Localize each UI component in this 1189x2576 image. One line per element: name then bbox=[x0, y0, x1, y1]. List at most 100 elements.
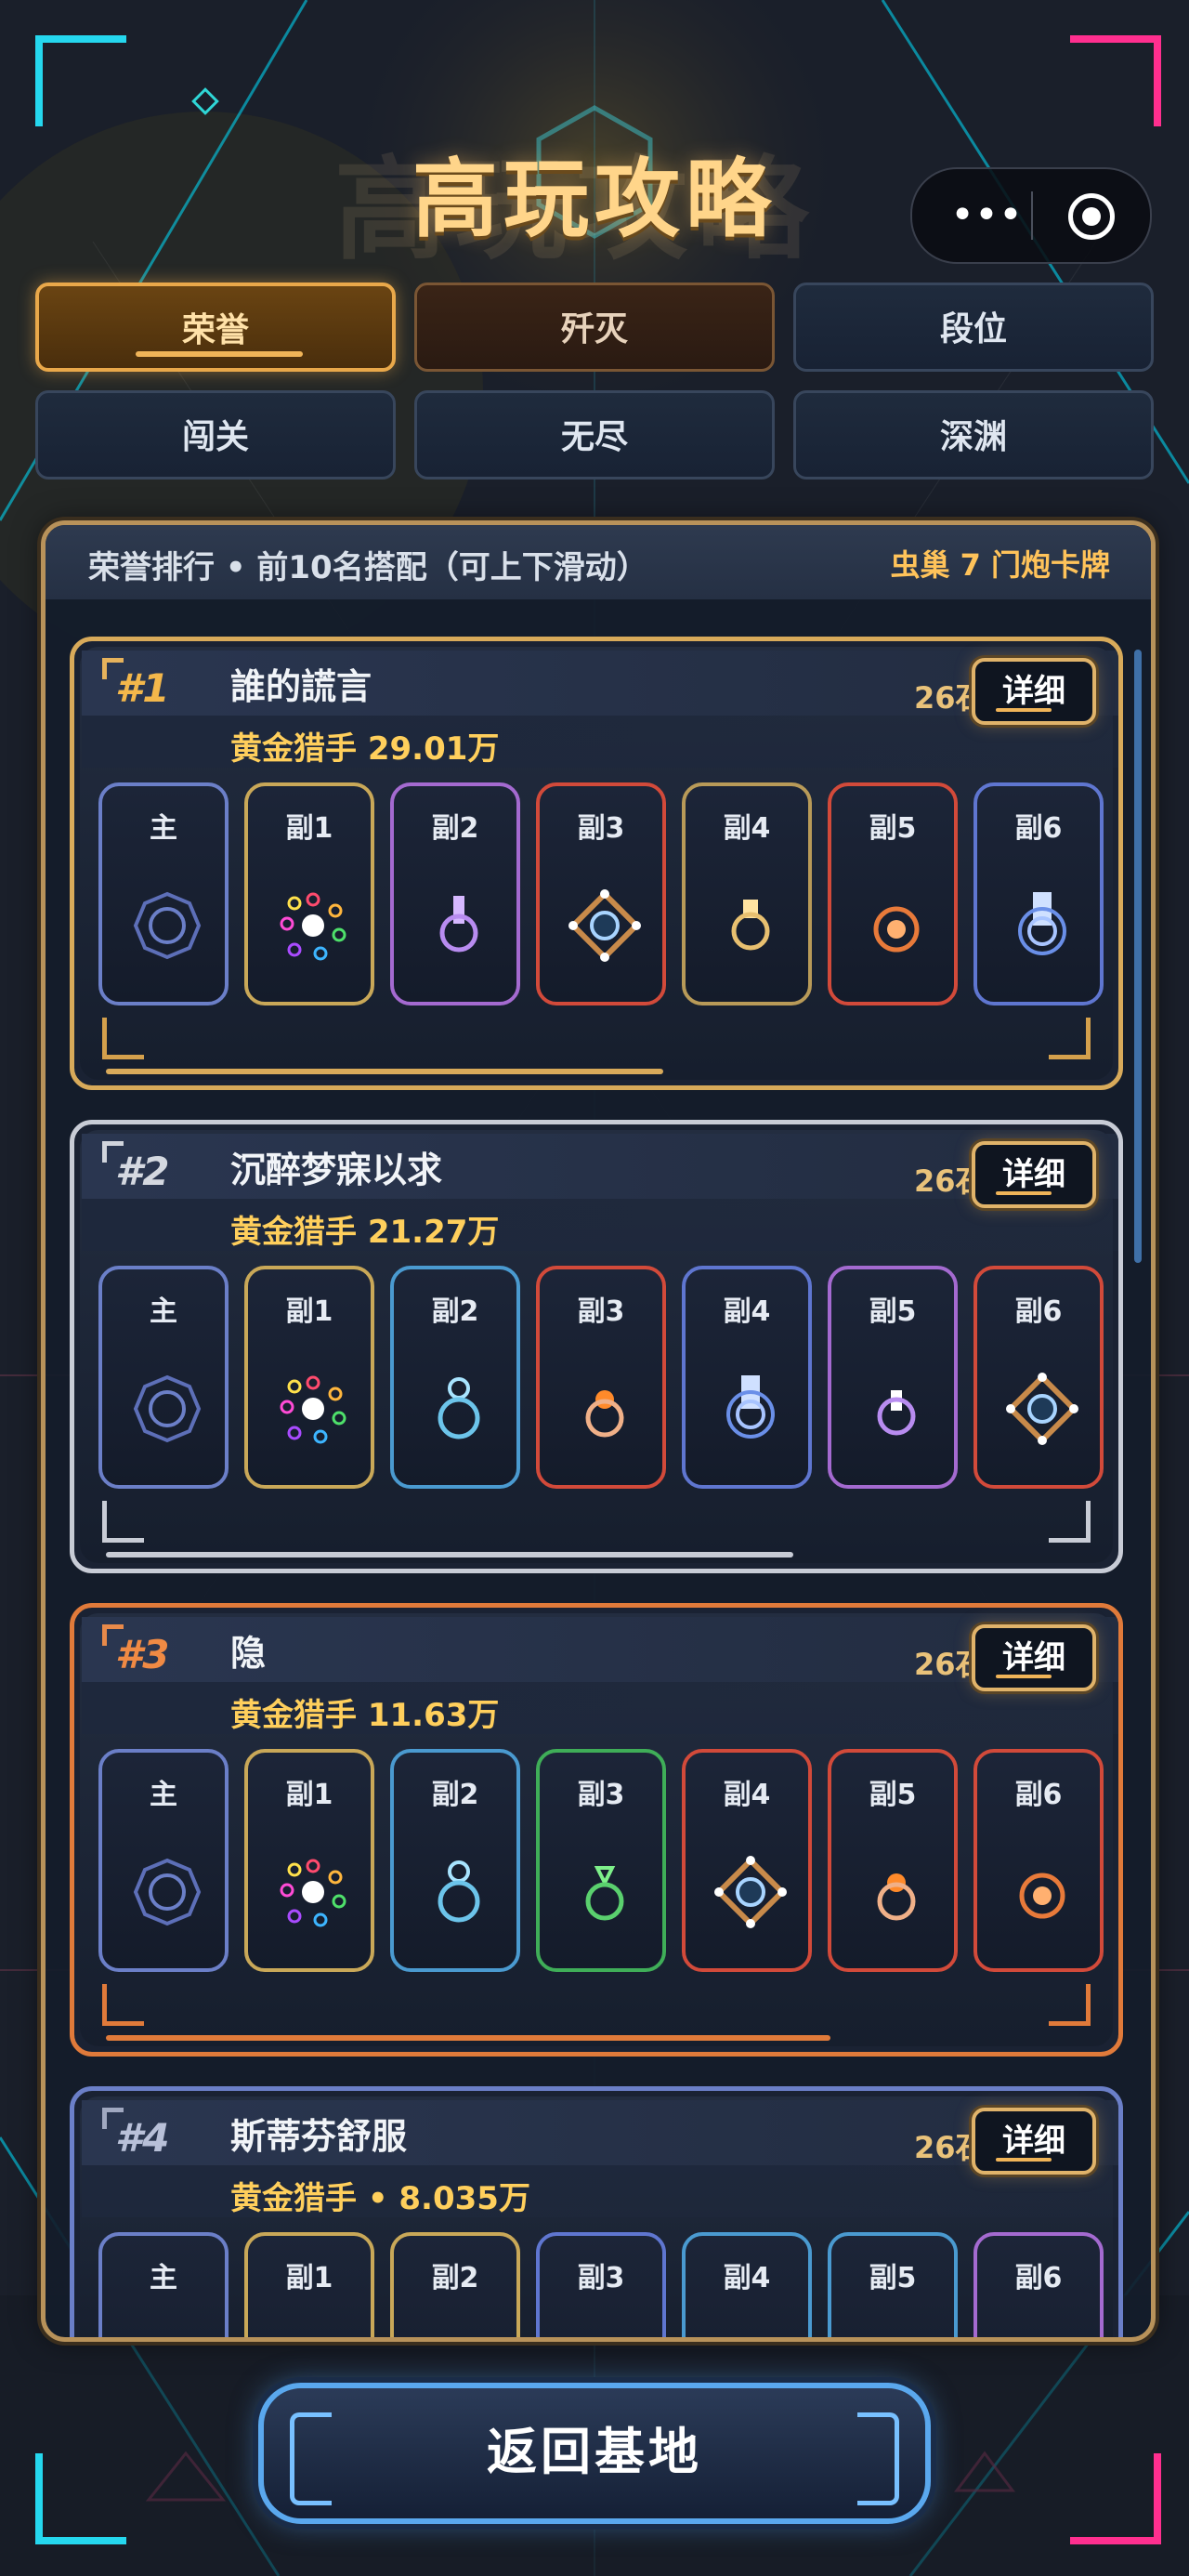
screen-corner-tl bbox=[35, 35, 126, 126]
scrollbar[interactable] bbox=[1134, 650, 1142, 1263]
slot-label: 副3 bbox=[577, 1295, 625, 1328]
slot-main[interactable]: 主 bbox=[98, 2232, 229, 2337]
slot-label: 副4 bbox=[723, 812, 771, 845]
rank-number: #4 bbox=[115, 2115, 170, 2161]
slot-sub-6[interactable]: 副6 bbox=[973, 782, 1104, 1005]
capsule-divider bbox=[1031, 191, 1033, 240]
slot-sub-3[interactable]: 副3 bbox=[536, 1749, 666, 1972]
rank-card-4: #4 斯蒂芬舒服 黄金猎手 • 8.035万 26石 详细 主 副1 副2 副3… bbox=[70, 2086, 1123, 2337]
rainbow-burst-icon bbox=[280, 1859, 346, 1927]
frame-corner-bl bbox=[102, 1018, 144, 1059]
slot-sub-3[interactable]: 副3 bbox=[536, 2232, 666, 2337]
diamond-cannon-icon bbox=[568, 889, 641, 962]
ring-core-icon bbox=[133, 891, 202, 960]
detail-button-label: 详细 bbox=[1002, 2123, 1065, 2160]
slot-sub-1[interactable]: 副1 bbox=[244, 2232, 374, 2337]
detail-button[interactable]: 详细 bbox=[972, 2108, 1096, 2175]
slot-sub-2[interactable]: 副2 bbox=[390, 782, 520, 1005]
slot-label: 副2 bbox=[431, 2262, 479, 2294]
green-turret-icon bbox=[585, 1866, 624, 1921]
rank-card-1: #1 誰的謊言 黄金猎手 29.01万 26石 详细 主 副1 副2 副3 副4… bbox=[70, 637, 1123, 1090]
tab-endless[interactable]: 无尽 bbox=[414, 390, 775, 480]
slot-sub-2[interactable]: 副2 bbox=[390, 1749, 520, 1972]
slot-label: 副2 bbox=[431, 1295, 479, 1328]
screen-corner-bl bbox=[35, 2453, 126, 2544]
flame-turret-icon bbox=[585, 1390, 624, 1438]
slot-main[interactable]: 主 bbox=[98, 782, 229, 1005]
slot-sub-6[interactable]: 副6 bbox=[973, 1749, 1104, 1972]
slot-label: 副6 bbox=[1014, 2262, 1063, 2294]
player-name: 誰的謊言 bbox=[230, 666, 372, 707]
slot-label: 副5 bbox=[869, 1295, 917, 1328]
slot-label: 副6 bbox=[1014, 1779, 1063, 1811]
detail-button-label: 详细 bbox=[1002, 673, 1065, 710]
slot-label: 副5 bbox=[869, 1779, 917, 1811]
tab-abyss[interactable]: 深渊 bbox=[793, 390, 1154, 480]
frame-corner-bl bbox=[102, 1501, 144, 1543]
ranking-panel[interactable]: 限时 荣誉排行 • 前10名搭配（可上下滑动） 虫巢 7 门炮卡牌 #1 誰的謊… bbox=[41, 520, 1156, 2342]
detail-button-bar bbox=[996, 1675, 1052, 1678]
slot-sub-4[interactable]: 副4 bbox=[682, 782, 812, 1005]
player-name: 隐 bbox=[230, 1633, 267, 1674]
slot-sub-4[interactable]: 副4 bbox=[682, 1266, 812, 1489]
slot-sub-4[interactable]: 副4 bbox=[682, 2232, 812, 2337]
slot-sub-6[interactable]: 副6 bbox=[973, 1266, 1104, 1489]
player-score: 黄金猎手 21.27万 bbox=[230, 1214, 500, 1251]
slot-sub-1[interactable]: 副1 bbox=[244, 782, 374, 1005]
slot-sub-5[interactable]: 副5 bbox=[828, 1749, 958, 1972]
player-score: 黄金猎手 • 8.035万 bbox=[230, 2180, 530, 2217]
slot-sub-2[interactable]: 副2 bbox=[390, 2232, 520, 2337]
rank-number: #3 bbox=[115, 1632, 170, 1677]
detail-button[interactable]: 详细 bbox=[972, 1141, 1096, 1208]
detail-button-label: 详细 bbox=[1002, 1156, 1065, 1193]
detail-button-bar bbox=[996, 1191, 1052, 1195]
button-bracket-right bbox=[857, 2412, 899, 2505]
slot-sub-5[interactable]: 副5 bbox=[828, 1266, 958, 1489]
button-bracket-left bbox=[290, 2412, 332, 2505]
orange-target-icon bbox=[873, 906, 920, 953]
frame-corner-br bbox=[1049, 1018, 1091, 1059]
slot-label: 副1 bbox=[285, 2262, 333, 2294]
diamond-cannon-icon bbox=[714, 1856, 787, 1928]
slot-label: 副4 bbox=[723, 1779, 771, 1811]
slot-main[interactable]: 主 bbox=[98, 1266, 229, 1489]
more-dots-icon[interactable]: ••• bbox=[949, 190, 1024, 242]
return-base-button[interactable]: 返回基地 bbox=[258, 2383, 931, 2524]
slot-sub-6[interactable]: 副6 bbox=[973, 2232, 1104, 2337]
slot-label: 副4 bbox=[723, 1295, 771, 1328]
tab-annihilate[interactable]: 歼灭 bbox=[414, 283, 775, 372]
slot-label: 副6 bbox=[1014, 1295, 1063, 1328]
detail-button-bar bbox=[996, 2158, 1052, 2162]
rainbow-burst-icon bbox=[280, 892, 346, 961]
slot-sub-1[interactable]: 副1 bbox=[244, 1749, 374, 1972]
slot-sub-5[interactable]: 副5 bbox=[828, 2232, 958, 2337]
slot-sub-2[interactable]: 副2 bbox=[390, 1266, 520, 1489]
slot-label: 主 bbox=[150, 812, 177, 845]
panel-header-category: 虫巢 7 门炮卡牌 bbox=[890, 547, 1110, 583]
detail-button[interactable]: 详细 bbox=[972, 1624, 1096, 1691]
tab-honor[interactable]: 荣誉 bbox=[35, 283, 396, 372]
slot-sub-3[interactable]: 副3 bbox=[536, 782, 666, 1005]
card-accent-bar bbox=[106, 1552, 793, 1557]
ring-core-icon bbox=[133, 1858, 202, 1926]
blue-turret-icon bbox=[726, 1375, 775, 1439]
target-circle-icon[interactable] bbox=[1068, 193, 1115, 240]
player-name: 斯蒂芬舒服 bbox=[230, 2116, 408, 2157]
slot-label: 副2 bbox=[431, 1779, 479, 1811]
cyan-turret-icon bbox=[438, 1377, 480, 1439]
detail-button[interactable]: 详细 bbox=[972, 658, 1096, 725]
slot-sub-3[interactable]: 副3 bbox=[536, 1266, 666, 1489]
slot-label: 副3 bbox=[577, 1779, 625, 1811]
tab-rank[interactable]: 段位 bbox=[793, 283, 1154, 372]
orange-target-icon bbox=[1019, 1873, 1065, 1919]
slot-sub-5[interactable]: 副5 bbox=[828, 782, 958, 1005]
tab-stage[interactable]: 闯关 bbox=[35, 390, 396, 480]
slot-label: 主 bbox=[150, 1295, 177, 1328]
slot-sub-4[interactable]: 副4 bbox=[682, 1749, 812, 1972]
slot-label: 副1 bbox=[285, 1779, 333, 1811]
slot-sub-1[interactable]: 副1 bbox=[244, 1266, 374, 1489]
rank-card-3: #3 隐 黄金猎手 11.63万 26石 详细 主 副1 副2 副3 副4 副5… bbox=[70, 1603, 1123, 2057]
slot-label: 副2 bbox=[431, 812, 479, 845]
slot-main[interactable]: 主 bbox=[98, 1749, 229, 1972]
card-accent-bar bbox=[106, 2035, 830, 2041]
